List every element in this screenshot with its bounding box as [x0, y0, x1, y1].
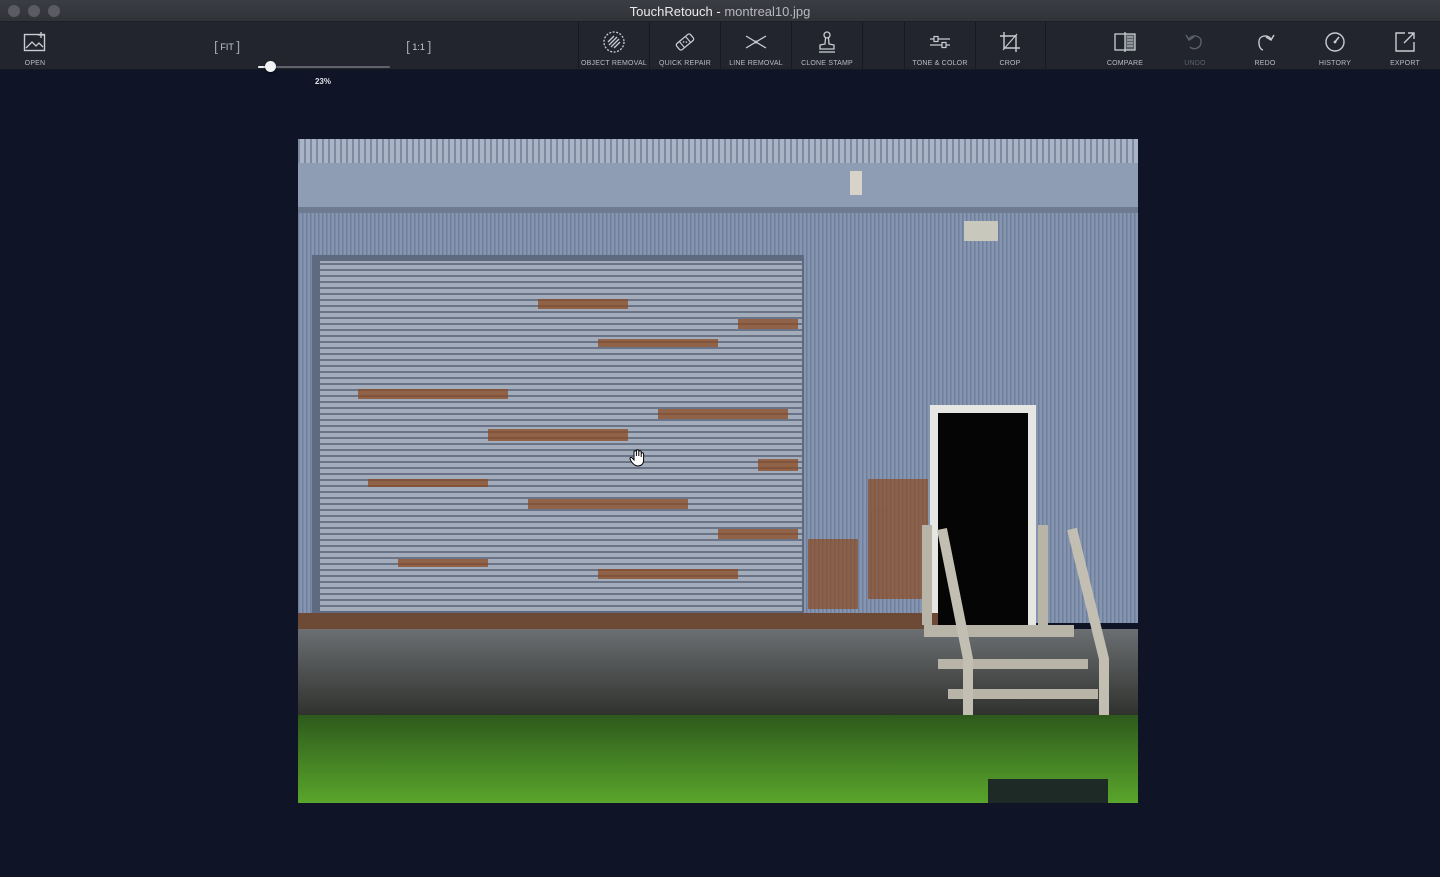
line-removal-button[interactable]: LINE REMOVAL: [721, 22, 791, 70]
bracket-right: ]: [427, 38, 432, 54]
export-icon: [1392, 29, 1418, 55]
compare-label: COMPARE: [1106, 60, 1144, 67]
bracket-left: [: [406, 38, 410, 54]
line-removal-icon: [743, 29, 769, 55]
zoom-fit-button[interactable]: [ FIT ]: [214, 37, 241, 54]
quick-repair-button[interactable]: QUICK REPAIR: [650, 22, 720, 70]
window-title: TouchRetouch - montreal10.jpg: [0, 4, 1440, 19]
redo-button[interactable]: REDO: [1230, 22, 1300, 70]
quick-repair-icon: [672, 29, 698, 55]
object-removal-button[interactable]: OBJECT REMOVAL: [579, 22, 649, 70]
app-window: TouchRetouch - montreal10.jpg OPEN [ FIT…: [0, 0, 1440, 877]
line-removal-label: LINE REMOVAL: [729, 60, 783, 67]
zoom-one-to-one-label: 1:1: [412, 42, 425, 52]
zoom-slider-track[interactable]: [258, 66, 390, 68]
crop-label: CROP: [999, 60, 1021, 67]
toolbar: OPEN [ FIT ] 23% [ 1:1 ] OBJECT REMOVAL: [0, 22, 1440, 86]
bracket-right: ]: [236, 38, 241, 54]
redo-icon: [1252, 29, 1278, 55]
toolbar-divider: [862, 22, 863, 70]
file-name: montreal10.jpg: [724, 4, 811, 19]
clone-stamp-label: CLONE STAMP: [801, 60, 853, 67]
undo-icon: [1182, 29, 1208, 55]
sliders-icon: [927, 29, 953, 55]
title-separator: -: [712, 4, 725, 19]
open-image-icon: [22, 29, 48, 55]
export-label: EXPORT: [1390, 60, 1420, 67]
compare-icon: [1112, 29, 1138, 55]
crop-button[interactable]: CROP: [976, 22, 1044, 70]
redo-label: REDO: [1254, 60, 1276, 67]
export-button[interactable]: EXPORT: [1370, 22, 1440, 70]
history-label: HISTORY: [1318, 60, 1352, 67]
clone-stamp-button[interactable]: CLONE STAMP: [792, 22, 862, 70]
object-removal-label: OBJECT REMOVAL: [581, 60, 647, 67]
compare-button[interactable]: COMPARE: [1090, 22, 1160, 70]
zoom-fit-label: FIT: [220, 42, 234, 52]
zoom-slider-handle[interactable]: [265, 61, 276, 72]
zoom-one-to-one-button[interactable]: [ 1:1 ]: [406, 37, 432, 54]
image-canvas[interactable]: [298, 139, 1138, 803]
tone-color-label: TONE & COLOR: [912, 60, 968, 67]
title-bar: TouchRetouch - montreal10.jpg: [0, 0, 1440, 22]
zoom-percent: 23%: [314, 77, 331, 86]
open-button[interactable]: OPEN: [15, 22, 55, 70]
crop-icon: [997, 29, 1023, 55]
toolbar-divider: [1045, 22, 1046, 70]
quick-repair-label: QUICK REPAIR: [658, 60, 712, 67]
hand-cursor-icon: [629, 449, 645, 472]
undo-button[interactable]: UNDO: [1160, 22, 1230, 70]
undo-label: UNDO: [1184, 60, 1206, 67]
history-icon: [1322, 29, 1348, 55]
app-name: TouchRetouch: [629, 4, 713, 19]
open-label: OPEN: [24, 60, 46, 67]
tone-color-button[interactable]: TONE & COLOR: [905, 22, 975, 70]
photo: [298, 139, 1138, 803]
object-removal-icon: [601, 29, 627, 55]
bracket-left: [: [214, 38, 218, 54]
history-button[interactable]: HISTORY: [1300, 22, 1370, 70]
clone-stamp-icon: [814, 29, 840, 55]
